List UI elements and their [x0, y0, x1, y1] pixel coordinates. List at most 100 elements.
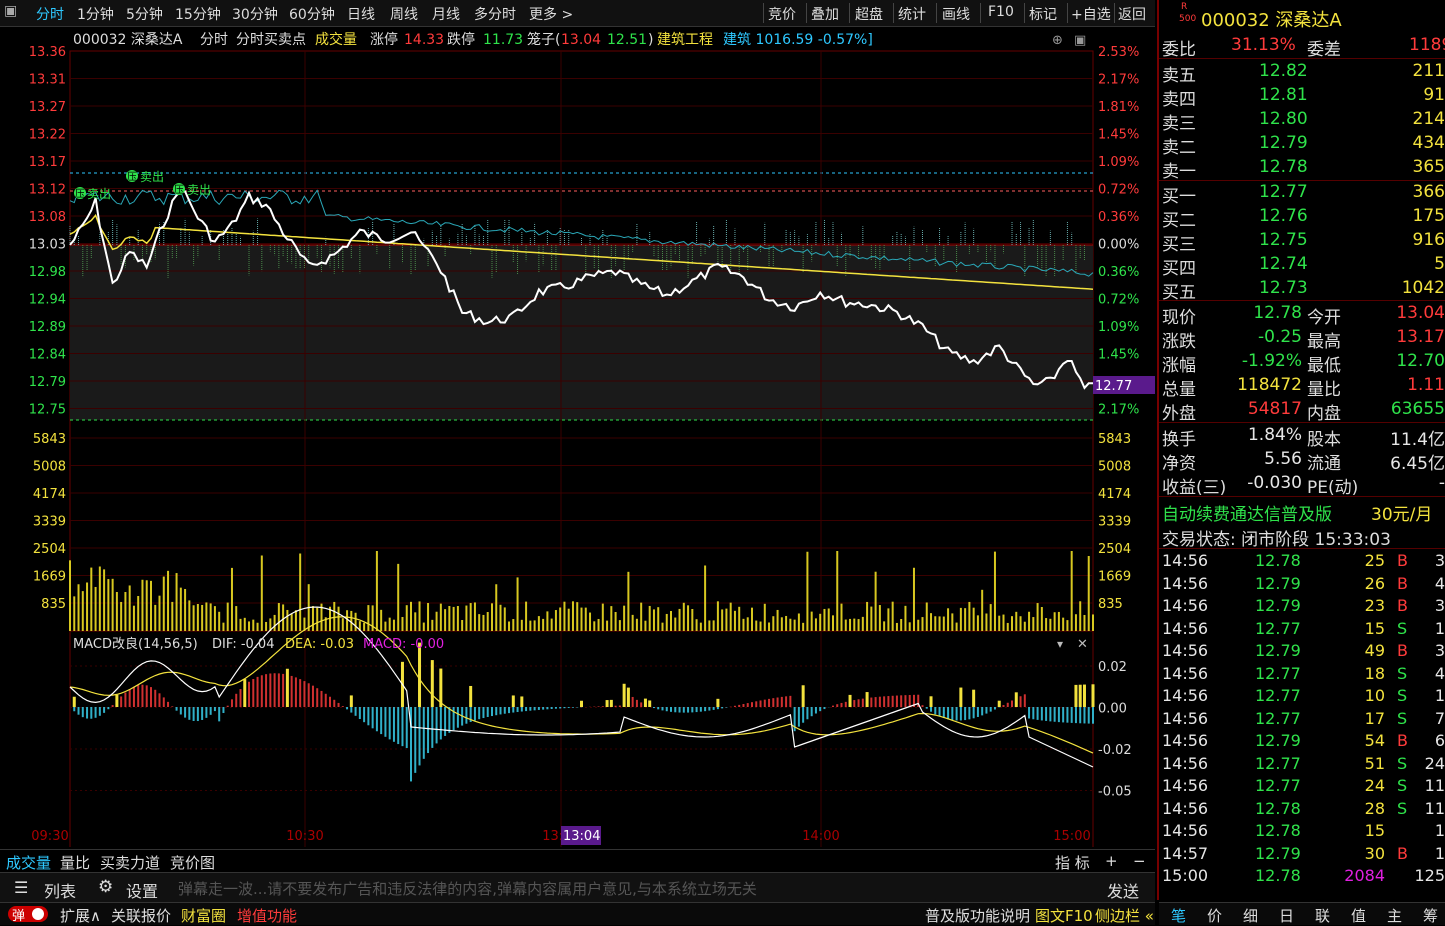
tab-buy-sell-force[interactable]: 买卖力道 [100, 852, 160, 873]
tick-side: S [1397, 708, 1408, 728]
tick-count: 4 [1434, 663, 1445, 683]
list-button[interactable]: 列表 [44, 878, 76, 902]
divider [1114, 3, 1115, 23]
expand-button[interactable]: 扩展∧ [60, 905, 101, 926]
ask-row[interactable]: 卖三 12.80 214 [1159, 108, 1445, 134]
tick-row: 14:56 12.79 54 B 6 [1159, 731, 1445, 753]
settings-button[interactable]: 设置 [126, 878, 158, 902]
btn-stats[interactable]: 统计 [898, 4, 926, 24]
btn-f10[interactable]: F10 [988, 4, 1014, 20]
stat-value: 63655 [1390, 399, 1445, 419]
tab-week[interactable]: 周线 [390, 4, 418, 24]
tab-multi[interactable]: 多分时 [474, 4, 516, 24]
collapse-icon[interactable]: ⊕ [1052, 33, 1063, 48]
chart-area[interactable]: 000032 深桑达A 分时 分时买卖点 成交量 涨停 14.33 跌停 11.… [0, 27, 1155, 872]
quote-tab[interactable]: 主 [1387, 905, 1402, 926]
tick-volume: 26 [1364, 573, 1385, 593]
chart-svg[interactable]: 000032 深桑达A 分时 分时买卖点 成交量 涨停 14.33 跌停 11.… [0, 27, 1155, 847]
tab-auction-chart[interactable]: 竞价图 [170, 852, 215, 873]
pct-tick-label: 1.45% [1098, 128, 1139, 143]
dropdown-icon[interactable]: ▾ [1057, 637, 1063, 651]
tab-more[interactable]: 更多 > [529, 4, 573, 24]
feature-description[interactable]: 普及版功能说明 [925, 905, 1030, 926]
danmu-toggle-label: 弹 [12, 909, 26, 924]
ask-row[interactable]: 卖一 12.78 365 [1159, 156, 1445, 182]
tab-15min[interactable]: 15分钟 [175, 4, 221, 24]
tick-volume: 25 [1364, 551, 1385, 570]
tab-5min[interactable]: 5分钟 [126, 4, 163, 24]
related-quote[interactable]: 关联报价 [111, 905, 171, 926]
tab-volume[interactable]: 成交量 [6, 852, 51, 873]
quote-tab[interactable]: 细 [1243, 905, 1258, 926]
bid-row[interactable]: 买一 12.77 366 [1159, 181, 1445, 207]
window-icon[interactable]: ▣ [4, 3, 17, 19]
btn-mark[interactable]: 标记 [1029, 4, 1057, 24]
maximize-icon[interactable]: ▣ [1074, 33, 1086, 48]
stat-value: -0.25 [1258, 327, 1302, 347]
btn-superpan[interactable]: 超盘 [855, 4, 883, 24]
ask-volume: 434 [1412, 133, 1445, 153]
quote-tab[interactable]: 价 [1207, 905, 1222, 926]
tab-day[interactable]: 日线 [347, 4, 375, 24]
tick-count: 7 [1434, 708, 1445, 728]
list-icon[interactable]: ☰ [14, 878, 28, 897]
bid-row[interactable]: 买四 12.74 5 [1159, 253, 1445, 279]
quote-tab[interactable]: 日 [1279, 905, 1294, 926]
quote-tab[interactable]: 笔 [1171, 905, 1186, 926]
remove-indicator-button[interactable]: − [1133, 852, 1146, 870]
gear-icon[interactable]: ⚙ [98, 877, 113, 897]
send-button[interactable]: 发送 [1107, 878, 1139, 902]
tab-volume-ratio[interactable]: 量比 [60, 852, 90, 873]
sector-index: 建筑 1016.59 -0.57%] [723, 32, 873, 48]
bid-row[interactable]: 买五 12.73 1042 [1159, 277, 1445, 303]
current-price-tag: 12.77 [1095, 379, 1132, 394]
quote-tab[interactable]: 值 [1351, 905, 1366, 926]
sidebar-toggle[interactable]: 侧边栏 « [1095, 905, 1154, 926]
btn-draw[interactable]: 画线 [942, 4, 970, 24]
bid-volume: 1042 [1401, 278, 1445, 298]
volume-tick-label-right: 2504 [1098, 542, 1131, 557]
btn-auction[interactable]: 竞价 [768, 4, 796, 24]
tab-fenshi[interactable]: 分时 [36, 4, 64, 24]
add-indicator-button[interactable]: + [1105, 852, 1118, 870]
tab-60min[interactable]: 60分钟 [289, 4, 335, 24]
graphic-f10[interactable]: 图文F10 [1035, 905, 1093, 926]
tick-time: 14:56 [1162, 753, 1209, 773]
tick-row: 14:56 12.77 24 S 11 [1159, 776, 1445, 798]
price-tick-label: 12.94 [29, 293, 66, 308]
ask-row[interactable]: 卖四 12.81 91 [1159, 84, 1445, 110]
indicator-button[interactable]: 指 标 [1055, 852, 1090, 873]
btn-overlay[interactable]: 叠加 [811, 4, 839, 24]
quote-tab[interactable]: 联 [1315, 905, 1330, 926]
bid-volume: 366 [1412, 182, 1445, 202]
promo-row[interactable]: 自动续费通达信普及版 30元/月 [1159, 499, 1445, 525]
ask-row[interactable]: 卖二 12.79 434 [1159, 132, 1445, 158]
tick-price: 12.79 [1255, 731, 1301, 750]
value-added[interactable]: 增值功能 [237, 905, 297, 926]
pct-tick-label: 2.53% [1098, 45, 1139, 60]
wealth-circle[interactable]: 财富圈 [181, 905, 226, 926]
btn-add-watch[interactable]: +自选 [1071, 4, 1111, 24]
danmu-input[interactable]: 弹幕走一波...请不要发布广告和违反法律的内容,弹幕内容属用户意见,与本系统立场… [178, 878, 757, 899]
stat-row: 现价 12.78 今开 13.04 [1159, 302, 1445, 328]
bid-row[interactable]: 买二 12.76 175 [1159, 205, 1445, 231]
tick-count: 24 [1424, 753, 1445, 773]
price-tick-label: 12.89 [29, 320, 66, 335]
sector-name[interactable]: 建筑工程 [657, 32, 713, 48]
volume-tick-label: 4174 [33, 487, 66, 502]
tab-1min[interactable]: 1分钟 [77, 4, 114, 24]
tick-row: 15:00 12.78 2084 125 [1159, 866, 1445, 888]
quote-tab[interactable]: 筹 [1423, 905, 1438, 926]
fundamental-value: 6.45亿 [1390, 454, 1445, 474]
tab-month[interactable]: 月线 [432, 4, 460, 24]
btn-back[interactable]: 返回 [1118, 4, 1146, 24]
sell-markers: 压 卖出 压 卖出 压 卖出 [74, 170, 211, 201]
bid-row[interactable]: 买三 12.75 916 [1159, 229, 1445, 255]
tab-30min[interactable]: 30分钟 [232, 4, 278, 24]
tick-count: 6 [1434, 731, 1445, 750]
ask-row[interactable]: 卖五 12.82 211 [1159, 60, 1445, 86]
close-icon[interactable]: ✕ [1077, 637, 1088, 652]
volume-tick-label: 3339 [33, 515, 66, 530]
volume-tick-label-right: 835 [1098, 597, 1123, 612]
tick-time: 14:56 [1162, 641, 1209, 660]
